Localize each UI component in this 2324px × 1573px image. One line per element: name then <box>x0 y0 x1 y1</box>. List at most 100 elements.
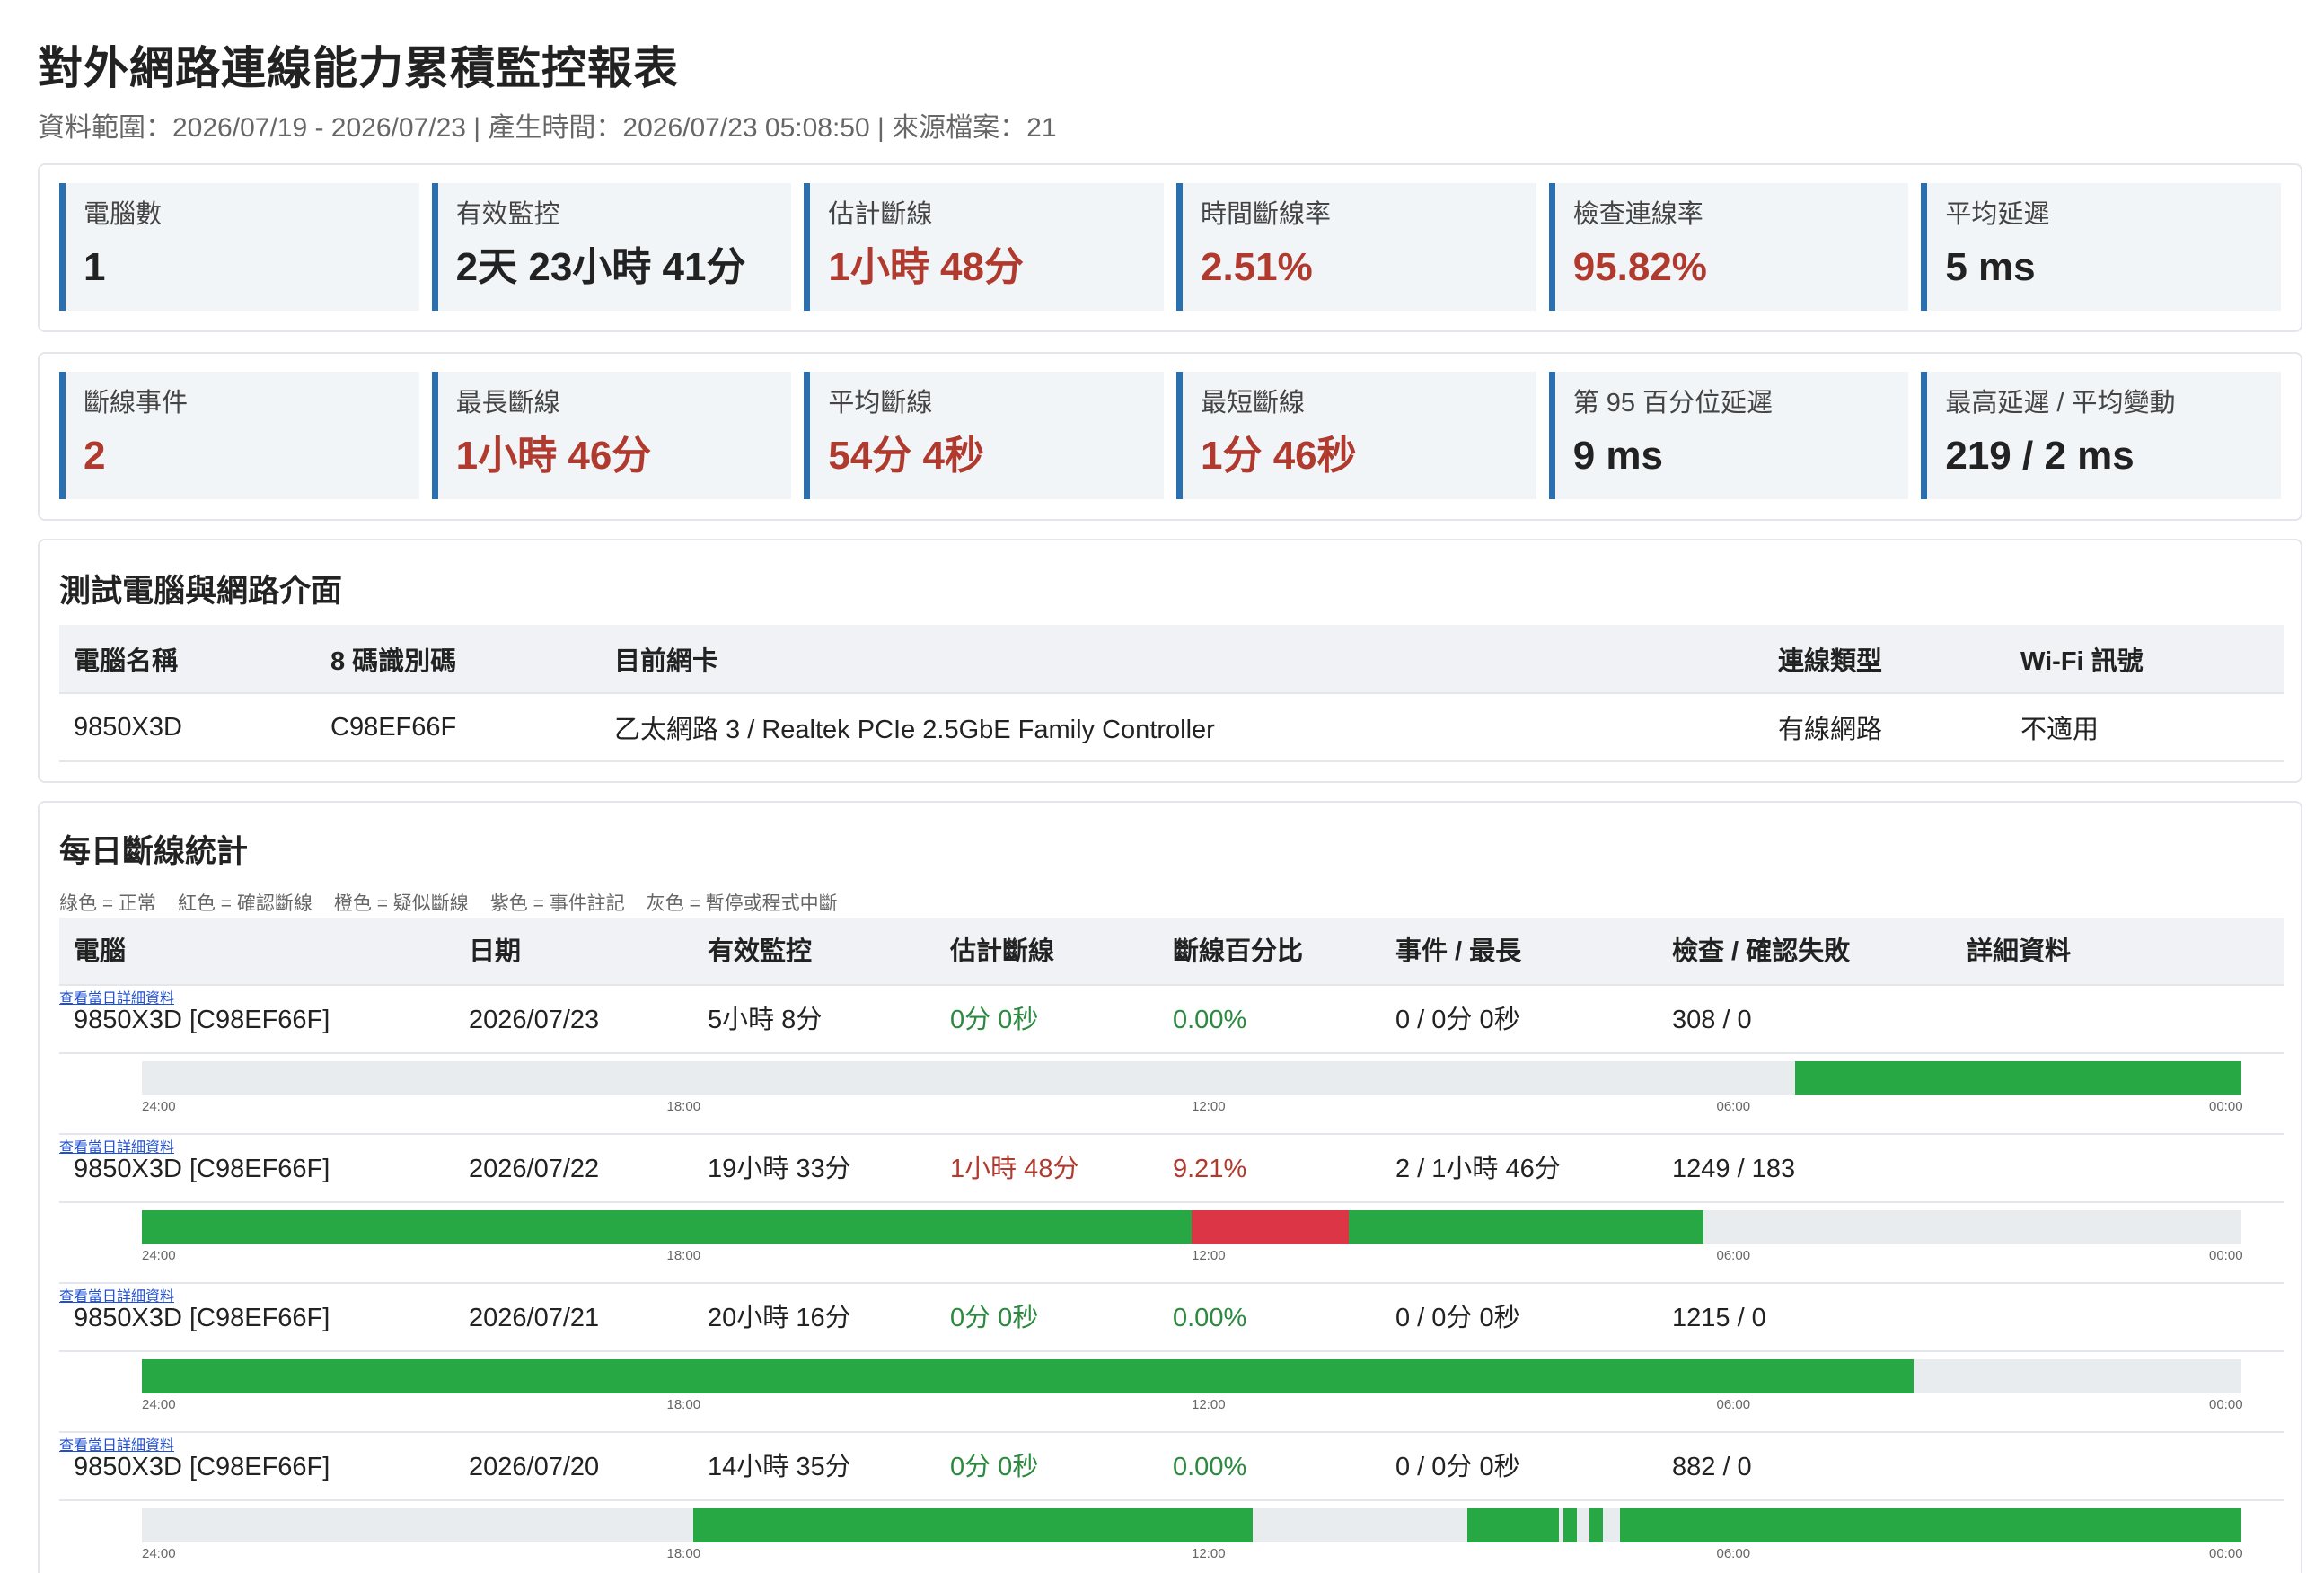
kpi-computers: 電腦數 1 <box>59 183 419 311</box>
kpi-label: 最長斷線 <box>455 389 560 417</box>
kpi-label: 平均斷線 <box>828 389 933 417</box>
timeline-tick-label: 12:00 <box>1192 1099 1226 1114</box>
monitor-cell: 20小時 16分 <box>708 1304 851 1332</box>
computer-cell: 9850X3D [C98EF66F] <box>74 1006 330 1034</box>
table-row: 9850X3D [C98EF66F] 2026/07/20 14小時 35分 0分 0… <box>59 1433 2284 1501</box>
outage-cell: 0分 0秒 <box>950 1006 1039 1034</box>
timeline-tick-label: 18:00 <box>666 1546 701 1561</box>
kpi-value: 54分 4秒 <box>828 434 984 478</box>
legend-item: 紅色 = 確認斷線 <box>177 893 313 914</box>
table-row: 9850X3D [C98EF66F] 2026/07/21 20小時 16分 0分 0… <box>59 1284 2284 1352</box>
table-cell: 乙太網路 3 / Realtek PCIe 2.5GbE Family Cont… <box>600 693 1764 762</box>
kpi-label: 估計斷線 <box>828 200 933 229</box>
computer-cell: 9850X3D [C98EF66F] <box>74 1155 330 1183</box>
kpi-value: 219 / 2 ms <box>1945 434 2135 478</box>
kpi-label: 檢查連線率 <box>1572 200 1703 229</box>
events-cell: 2 / 1小時 46分 <box>1395 1155 1561 1183</box>
kpi-monitor-time: 有效監控 2天 23小時 41分 <box>431 183 792 311</box>
kpi-outage-events: 斷線事件 2 <box>59 372 419 499</box>
pc-interface-card: 測試電腦與網路介面 電腦名稱 8 碼識別碼 目前網卡 連線類型 Wi-Fi 訊號… <box>38 539 2302 783</box>
timeline-tick-label: 12:00 <box>1192 1248 1226 1263</box>
legend-item: 橙色 = 疑似斷線 <box>333 893 469 914</box>
timeline-row: 24:00 18:00 12:00 06:00 00:00 <box>59 1352 2284 1433</box>
kpi-estimated-outage: 估計斷線 1小時 48分 <box>804 183 1165 311</box>
column-header: 8 碼識別碼 <box>316 625 600 694</box>
kpi-p95-latency: 第 95 百分位延遲 9 ms <box>1548 372 1909 499</box>
daily-row: 9850X3D [C98EF66F] 2026/07/21 20小時 16分 0分 0… <box>59 1284 2284 1433</box>
timeline-ok-segment <box>1563 1508 1577 1542</box>
kpi-value: 1小時 48分 <box>828 245 1024 289</box>
timeline-ok-segment <box>692 1508 1254 1542</box>
checks-cell: 1215 / 0 <box>1672 1304 1766 1332</box>
day-timeline-bar <box>142 1210 2241 1244</box>
percent-cell: 0.00% <box>1173 1453 1247 1481</box>
kpi-check-rate: 檢查連線率 95.82% <box>1548 183 1909 311</box>
kpi-label: 時間斷線率 <box>1201 200 1332 229</box>
report-meta: 資料範圍：2026/07/19 - 2026/07/23 | 產生時間：2026… <box>38 113 1057 143</box>
outage-cell: 0分 0秒 <box>950 1453 1039 1481</box>
timeline-tick-label: 00:00 <box>2209 1248 2243 1263</box>
events-cell: 0 / 0分 0秒 <box>1395 1453 1520 1481</box>
monitor-cell: 5小時 8分 <box>708 1006 823 1034</box>
table-header-row: 電腦 日期 有效監控 估計斷線 斷線百分比 事件 / 最長 檢查 / 確認失敗 … <box>59 918 2284 986</box>
timeline-row: 24:00 18:00 12:00 06:00 00:00 <box>59 1054 2284 1135</box>
kpi-label: 最短斷線 <box>1201 389 1306 417</box>
timeline-tick-label: 06:00 <box>1716 1248 1751 1263</box>
timeline-row: 24:00 18:00 12:00 06:00 00:00 <box>59 1203 2284 1284</box>
pc-table: 電腦名稱 8 碼識別碼 目前網卡 連線類型 Wi-Fi 訊號 9850X3D C… <box>59 625 2284 762</box>
timeline-tick-label: 18:00 <box>666 1248 701 1263</box>
monitor-cell: 14小時 35分 <box>708 1453 851 1481</box>
column-header: 估計斷線 <box>950 937 1055 966</box>
column-header: 日期 <box>469 937 522 966</box>
kpi-value: 1小時 46分 <box>455 434 652 478</box>
section-title: 測試電腦與網路介面 <box>59 574 343 609</box>
timeline-ok-segment <box>1620 1508 2241 1542</box>
date-cell: 2026/07/20 <box>469 1453 600 1481</box>
legend-item: 灰色 = 暫停或程式中斷 <box>646 893 838 914</box>
day-timeline-bar <box>142 1061 2241 1095</box>
kpi-longest-outage: 最長斷線 1小時 46分 <box>431 372 792 499</box>
legend-item: 紫色 = 事件註記 <box>489 893 625 914</box>
timeline-tick-label: 24:00 <box>142 1397 176 1412</box>
timeline-ok-segment <box>142 1359 1914 1393</box>
timeline-ok-segment <box>1589 1508 1603 1542</box>
kpi-value: 1分 46秒 <box>1201 434 1357 478</box>
timeline-tick-label: 24:00 <box>142 1546 176 1561</box>
outage-cell: 0分 0秒 <box>950 1304 1039 1332</box>
kpi-value: 2天 23小時 41分 <box>455 245 746 289</box>
timeline-tick-label: 18:00 <box>666 1397 701 1412</box>
column-header: 事件 / 最長 <box>1395 937 1522 966</box>
table-cell: 9850X3D <box>59 693 316 762</box>
timeline-ok-segment <box>1532 1210 1542 1244</box>
table-row: 9850X3D [C98EF66F] 2026/07/23 5小時 8分 0分 0秒 0… <box>59 986 2284 1054</box>
kpi-label: 最高延遲 / 平均變動 <box>1945 389 2176 417</box>
kpi-value: 2 <box>84 434 106 478</box>
kpi-avg-latency: 平均延遲 5 ms <box>1921 183 2282 311</box>
page-title: 對外網路連線能力累積監控報表 <box>38 43 679 93</box>
column-header: 連線類型 <box>1764 625 2006 694</box>
kpi-value: 9 ms <box>1572 434 1663 478</box>
timeline-tick-label: 00:00 <box>2209 1397 2243 1412</box>
timeline-ok-segment <box>1795 1061 2241 1095</box>
kpi-label: 斷線事件 <box>84 389 189 417</box>
kpi-max-latency: 最高延遲 / 平均變動 219 / 2 ms <box>1921 372 2282 499</box>
timeline-tick-label: 24:00 <box>142 1099 176 1114</box>
timeline-ok-segment <box>142 1210 1192 1244</box>
timeline-ok-segment <box>1466 1508 1560 1542</box>
daily-row: 9850X3D [C98EF66F] 2026/07/22 19小時 33分 1小時 … <box>59 1135 2284 1284</box>
table-row: 9850X3D C98EF66F 乙太網路 3 / Realtek PCIe 2… <box>59 693 2284 762</box>
column-header: Wi-Fi 訊號 <box>2006 625 2284 694</box>
column-header: 電腦 <box>74 937 127 966</box>
checks-cell: 1249 / 183 <box>1672 1155 1796 1183</box>
daily-row: 9850X3D [C98EF66F] 2026/07/20 14小時 35分 0分 0… <box>59 1433 2284 1573</box>
date-cell: 2026/07/22 <box>469 1155 600 1183</box>
percent-cell: 0.00% <box>1173 1006 1247 1034</box>
computer-cell: 9850X3D [C98EF66F] <box>74 1304 330 1332</box>
kpi-value: 5 ms <box>1945 245 2036 289</box>
column-header: 電腦名稱 <box>59 625 316 694</box>
timeline-row: 24:00 18:00 12:00 06:00 00:00 <box>59 1501 2284 1573</box>
column-header: 檢查 / 確認失敗 <box>1672 937 1851 966</box>
table-row: 9850X3D [C98EF66F] 2026/07/22 19小時 33分 1小時 … <box>59 1135 2284 1203</box>
kpi-value: 95.82% <box>1572 245 1707 289</box>
kpi-label: 電腦數 <box>84 200 163 229</box>
